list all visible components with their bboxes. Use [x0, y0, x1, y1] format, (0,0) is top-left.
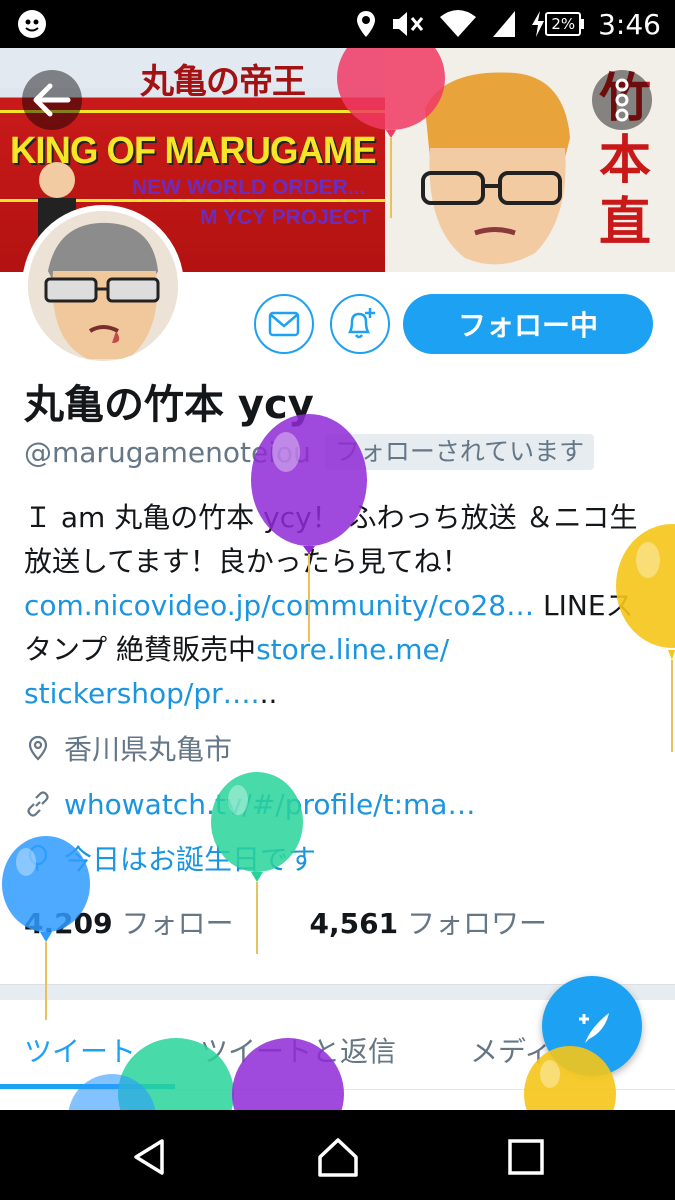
followers-count: 4,561 [309, 907, 399, 940]
back-arrow-icon [33, 83, 71, 117]
notifications-button[interactable] [330, 294, 390, 354]
yellow-balloon-right [616, 524, 675, 752]
direct-message-button[interactable] [254, 294, 314, 354]
back-button[interactable] [22, 70, 82, 130]
purple-balloon-bottom [232, 1038, 344, 1110]
link-icon [27, 791, 49, 817]
followers-stat[interactable]: 4,561 フォロワー [310, 902, 548, 942]
mute-icon [393, 12, 424, 36]
banner-title-jp: 丸亀の帝王 [140, 62, 306, 102]
signal-icon [493, 11, 516, 37]
followers-label: フォロワー [406, 907, 547, 940]
app-notification-icon [18, 10, 46, 38]
bio-text-3: .. [259, 677, 278, 710]
bell-plus-icon [347, 308, 375, 339]
more-vertical-icon [615, 78, 629, 122]
location-icon [357, 11, 376, 37]
mail-icon [268, 311, 300, 337]
location-text: 香川県丸亀市 [64, 733, 233, 766]
battery-indicator: 2% [531, 11, 585, 37]
blue-balloon [2, 836, 90, 1020]
clock: 3:46 [598, 7, 661, 41]
location-pin-icon [28, 735, 48, 761]
red-balloon [337, 48, 445, 218]
location-row: 香川県丸亀市 [24, 728, 232, 768]
green-balloon [211, 772, 303, 954]
nav-home-icon[interactable] [316, 1135, 360, 1179]
profile-avatar[interactable] [22, 205, 184, 367]
following-button[interactable]: フォロー中 [403, 294, 653, 354]
more-options-button[interactable] [592, 70, 652, 130]
bio-link-stickershop[interactable]: stickershop/pr…. [24, 677, 260, 710]
nav-recents-icon[interactable] [504, 1135, 548, 1179]
android-navigation-bar [0, 1110, 675, 1200]
blue-balloon-bottom [68, 1074, 156, 1110]
battery-level: 2% [545, 12, 582, 36]
wifi-icon [440, 10, 477, 37]
charging-icon [532, 11, 545, 37]
banner-tagline: NEW WORLD ORDER... [132, 176, 366, 199]
purple-balloon [251, 414, 367, 642]
yellow-balloon-bottom [524, 1046, 616, 1110]
avatar-image [28, 211, 178, 361]
nav-back-icon[interactable] [128, 1135, 172, 1179]
status-bar: 2% 3:46 [0, 0, 675, 48]
